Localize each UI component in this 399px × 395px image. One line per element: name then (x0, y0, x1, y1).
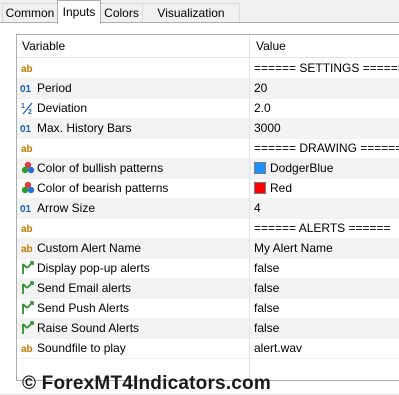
param-row[interactable]: ab ====== DRAWING ====== (17, 138, 399, 159)
bool-type-icon (20, 260, 36, 276)
bool-type-icon (20, 300, 36, 316)
param-value[interactable]: ====== SETTINGS ====== (254, 61, 399, 75)
string-type-icon: ab (20, 340, 36, 356)
svg-text:01: 01 (20, 84, 32, 95)
watermark: © ForexMT4Indicators.com (22, 373, 271, 394)
param-row[interactable]: ab Custom Alert Name My Alert Name (17, 238, 399, 259)
param-value[interactable]: 2.0 (254, 101, 271, 115)
integer-type-icon: 01 (20, 200, 36, 216)
color-type-icon (20, 180, 36, 196)
param-row[interactable]: 01 Period 20 (17, 78, 399, 99)
param-row[interactable]: ab ====== ALERTS ====== (17, 218, 399, 239)
param-value[interactable]: ====== DRAWING ====== (254, 141, 399, 155)
tab-visualization[interactable]: Visualization (142, 3, 240, 22)
param-row[interactable]: Color of bullish patterns DodgerBlue (17, 158, 399, 179)
tab-bar: Common Inputs Colors Visualization (0, 0, 399, 24)
param-value[interactable]: false (254, 281, 279, 295)
param-row[interactable]: ab Soundfile to play alert.wav (17, 338, 399, 359)
svg-text:01: 01 (20, 124, 32, 135)
param-row[interactable]: Send Push Alerts false (17, 298, 399, 319)
color-swatch[interactable] (254, 182, 266, 194)
param-row[interactable]: Color of bearish patterns Red (17, 178, 399, 199)
param-name: Deviation (37, 101, 88, 115)
param-row[interactable]: ab ====== SETTINGS ====== (17, 58, 399, 79)
string-type-icon: ab (20, 140, 36, 156)
svg-text:ab: ab (21, 144, 33, 155)
param-name: Raise Sound Alerts (37, 321, 140, 335)
string-type-icon: ab (20, 240, 36, 256)
param-value[interactable]: My Alert Name (254, 241, 333, 255)
param-value[interactable]: 3000 (254, 121, 281, 135)
header-variable[interactable]: Variable (22, 39, 65, 53)
param-row[interactable]: 01 Arrow Size 4 (17, 198, 399, 219)
tab-colors[interactable]: Colors (100, 3, 143, 22)
svg-text:1: 1 (21, 103, 25, 110)
param-name: Arrow Size (37, 201, 96, 215)
param-row[interactable]: Send Email alerts false (17, 278, 399, 299)
param-value[interactable]: ====== ALERTS ====== (254, 221, 391, 235)
svg-text:2: 2 (28, 109, 32, 116)
column-divider[interactable] (249, 35, 250, 380)
bool-type-icon (20, 280, 36, 296)
param-name: Custom Alert Name (37, 241, 142, 255)
param-row[interactable]: Display pop-up alerts false (17, 258, 399, 279)
param-name: Soundfile to play (37, 341, 126, 355)
param-value[interactable]: false (254, 321, 279, 335)
bool-type-icon (20, 320, 36, 336)
param-name: Display pop-up alerts (37, 261, 150, 275)
integer-type-icon: 01 (20, 120, 36, 136)
param-name: Send Push Alerts (37, 301, 130, 315)
param-name: Color of bearish patterns (37, 181, 169, 195)
param-value[interactable]: false (254, 261, 279, 275)
tab-common[interactable]: Common (2, 3, 58, 22)
param-row[interactable]: 1 2 Deviation 2.0 (17, 98, 399, 119)
param-row[interactable]: 01 Max. History Bars 3000 (17, 118, 399, 139)
param-value[interactable]: alert.wav (254, 341, 302, 355)
param-name: Color of bullish patterns (37, 161, 164, 175)
inputs-grid: Variable Value ab ====== SETTINGS ====== 0… (16, 34, 399, 381)
svg-text:ab: ab (21, 244, 33, 255)
param-name: Max. History Bars (37, 121, 132, 135)
svg-text:ab: ab (21, 344, 33, 355)
inputs-panel: Variable Value ab ====== SETTINGS ====== 0… (0, 22, 399, 393)
string-type-icon: ab (20, 60, 36, 76)
grid-header: Variable Value (17, 35, 399, 58)
svg-text:ab: ab (21, 224, 33, 235)
double-type-icon: 12 (20, 100, 36, 116)
header-value[interactable]: Value (256, 39, 286, 53)
param-row[interactable]: Raise Sound Alerts false (17, 318, 399, 339)
tab-inputs[interactable]: Inputs (57, 0, 101, 24)
string-type-icon: ab (20, 220, 36, 236)
param-name: Period (37, 81, 72, 95)
svg-text:ab: ab (21, 64, 33, 75)
svg-text:01: 01 (20, 204, 32, 215)
param-value[interactable]: DodgerBlue (270, 161, 333, 175)
param-value[interactable]: 20 (254, 81, 267, 95)
param-name: Send Email alerts (37, 281, 132, 295)
integer-type-icon: 01 (20, 80, 36, 96)
param-value[interactable]: Red (270, 181, 292, 195)
param-value[interactable]: 4 (254, 201, 261, 215)
param-value[interactable]: false (254, 301, 279, 315)
color-swatch[interactable] (254, 162, 266, 174)
color-type-icon (20, 160, 36, 176)
